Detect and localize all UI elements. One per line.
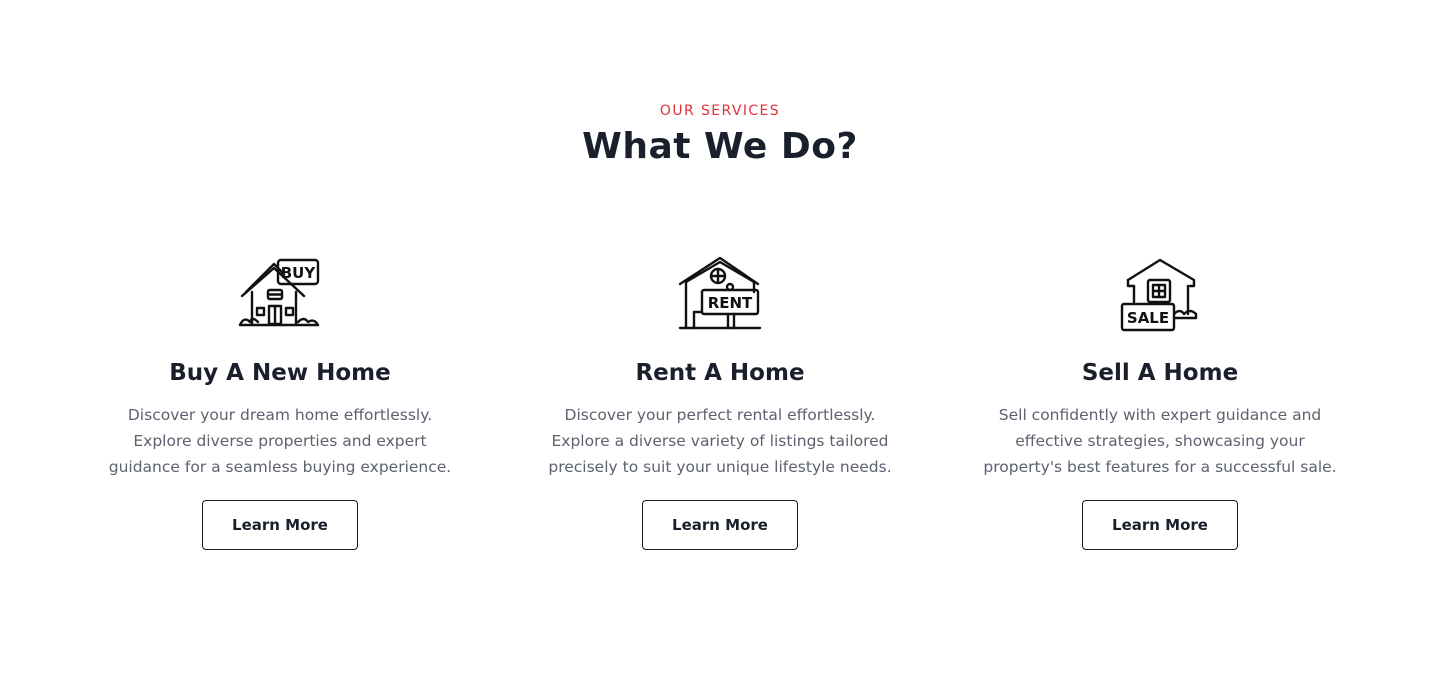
sale-sign-text: SALE [1127,309,1169,327]
services-section: OUR SERVICES What We Do? BUY Buy A New H… [0,0,1440,692]
buy-house-icon: BUY [238,258,320,327]
card-description: Sell confidently with expert guidance an… [983,406,1337,476]
section-eyebrow: OUR SERVICES [659,103,781,119]
service-card-rent: RENT Rent A Home Discover your perfect r… [500,252,940,550]
service-card-buy: BUY Buy A New Home Discover your dream h… [60,252,500,550]
buy-sign-text: BUY [281,264,317,282]
card-title: Sell A Home [1081,360,1239,386]
rent-sign-text: RENT [708,294,753,312]
services-cards: BUY Buy A New Home Discover your dream h… [60,252,1380,550]
card-description: Discover your perfect rental effortlessl… [548,406,892,476]
card-title: Buy A New Home [169,360,391,386]
rent-house-icon: RENT [678,256,762,330]
section-title: What We Do? [582,126,858,167]
learn-more-button[interactable]: Learn More [642,500,798,550]
card-description: Discover your dream home effortlessly. E… [108,406,452,476]
service-card-sell: SALE Sell A Home Sell confidently with e… [940,252,1380,550]
learn-more-button[interactable]: Learn More [202,500,358,550]
learn-more-button[interactable]: Learn More [1082,500,1238,550]
sale-house-icon: SALE [1120,258,1198,332]
card-title: Rent A Home [635,360,805,386]
